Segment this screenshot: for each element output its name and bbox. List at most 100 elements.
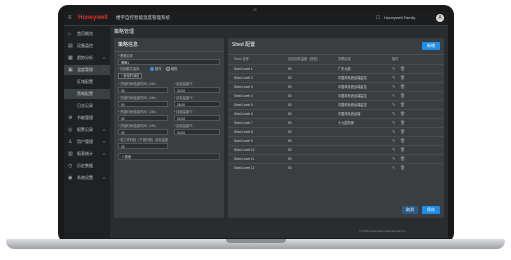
table-row: Shed Level 12 50 ✎ 🗑 [228, 163, 444, 172]
chevron-down-icon: v [103, 127, 105, 132]
edit-icon[interactable]: ✎ [392, 101, 395, 109]
delete-icon[interactable]: 🗑 [400, 128, 405, 136]
delete-icon[interactable]: 🗑 [400, 92, 405, 100]
shed-name-cell: Shed Level 1 [234, 67, 253, 71]
delete-icon[interactable]: 🗑 [400, 164, 405, 172]
column-header: Shed 名称 [234, 57, 249, 61]
user-icon: ♙ [68, 139, 73, 145]
sidebar-item-label: 节能管理 [77, 115, 93, 120]
divider [114, 51, 224, 52]
edit-icon[interactable]: ✎ [392, 74, 395, 82]
edit-icon[interactable]: ✎ [392, 92, 395, 100]
edit-icon[interactable]: ✎ [392, 65, 395, 73]
delete-icon[interactable]: 🗑 [400, 74, 405, 82]
sidebar-item-reports[interactable]: ▥ 报表统计 v [64, 149, 110, 159]
temp-input[interactable]: 24.00 [174, 87, 220, 93]
sidebar-item-label: 用户管理 [77, 139, 93, 144]
add-shed-button[interactable]: 新增 [422, 42, 440, 50]
copyright-text: © 2020 Honeywell International Inc. [359, 229, 407, 233]
strategy-form-panel: 策略信息 * 策略名称 策略1 * 控制模式选择 制冷 制热 + 新增时间段 *… [114, 38, 224, 218]
target-temp-cell: 50 [288, 94, 292, 98]
sidebar-item-energy[interactable]: ⚙ 节能管理 [64, 113, 110, 123]
sidebar-item-label: 设备监控 [77, 43, 93, 48]
mode-cooling-radio[interactable] [150, 67, 154, 71]
table-row: Shed Level 5 50 中国风系统远端监控 ✎ 🗑 [228, 100, 444, 109]
target-temp-cell: 50 [288, 121, 292, 125]
table-row: Shed Level 1 50 广东大厦 ✎ 🗑 [228, 64, 444, 73]
home-icon: ⌂ [68, 31, 72, 37]
sidebar-item-monitor[interactable]: ▤ 设备监控 [64, 41, 110, 51]
edit-icon[interactable]: ✎ [392, 146, 395, 154]
target-temp-cell: 50 [288, 157, 292, 161]
time-input[interactable]: 00 [118, 129, 168, 135]
user-name[interactable]: Honeywell Family [384, 15, 415, 21]
notification-icon[interactable]: ☐ [376, 14, 380, 22]
sidebar-item-trend[interactable]: ▦ 趋势分析 v [64, 53, 110, 63]
delete-icon[interactable]: 🗑 [400, 110, 405, 118]
table-row: Shed Level 8 50 ✎ 🗑 [228, 127, 444, 136]
edit-icon[interactable]: ✎ [392, 110, 395, 118]
sidebar-item-label: 策略配置 [77, 91, 93, 96]
chevron-down-icon: v [103, 139, 105, 144]
time-input[interactable]: 00 [118, 87, 168, 93]
chevron-up-icon: ^ [103, 67, 105, 72]
target-temp-cell: 50 [288, 148, 292, 152]
offhours-label: * 非工作时段（下班时段）目标温度 [118, 138, 168, 142]
column-header: 目标回风温度（按钮） [288, 57, 320, 61]
table-row: Shed Level 9 50 ✎ 🗑 [228, 136, 444, 145]
sidebar-subitem-log[interactable]: 日志记录 [64, 101, 110, 111]
time-label: * 开始时间/结束时间（24h） [118, 110, 159, 114]
menu-icon[interactable]: ≡ [68, 14, 72, 22]
main-content: 策略管理 策略信息 * 策略名称 策略1 * 控制模式选择 制冷 制热 + 新增… [110, 26, 448, 238]
brand-logo: Honeywell [78, 15, 108, 21]
shed-name-cell: Shed Level 9 [234, 139, 253, 143]
time-input[interactable]: 00 [118, 101, 168, 107]
cancel-button[interactable]: 取消 [402, 206, 418, 214]
sidebar-item-temperature[interactable]: ▣ 温度管理 ^ [64, 65, 110, 75]
edit-icon[interactable]: ✎ [392, 128, 395, 136]
delete-icon[interactable]: 🗑 [400, 101, 405, 109]
sidebar-subitem-zone[interactable]: 区域配置 [64, 77, 110, 87]
area-cell: 中国风系统远端监控 [338, 85, 367, 89]
shed-name-cell: Shed Level 4 [234, 94, 253, 98]
add-period-button[interactable]: + 新增时间段 [118, 73, 142, 79]
temp-input[interactable]: 24.00 [174, 129, 220, 135]
delete-icon[interactable]: 🗑 [400, 119, 405, 127]
edit-icon[interactable]: ✎ [392, 137, 395, 145]
sidebar-subitem-strategy[interactable]: 策略配置 [64, 89, 110, 99]
edit-icon[interactable]: ✎ [392, 164, 395, 172]
app-title: 楼宇自控智能温度管理系统 [116, 15, 170, 20]
sidebar-item-alarm[interactable]: ◎ 报警记录 v [64, 125, 110, 135]
avatar[interactable]: A [436, 14, 444, 22]
save-button[interactable]: 保存 [422, 206, 440, 214]
strategy-name-input[interactable]: 策略1 [118, 59, 220, 65]
area-cell: 中国风系统远端监控 [338, 103, 367, 107]
mode-heating-label: 制热 [171, 67, 178, 71]
expand-other-row[interactable]: > 其他 [118, 153, 220, 160]
table-row: Shed Level 10 50 ✎ 🗑 [228, 145, 444, 154]
delete-icon[interactable]: 🗑 [400, 137, 405, 145]
edit-icon[interactable]: ✎ [392, 119, 395, 127]
time-input[interactable]: 00 [118, 115, 168, 121]
edit-icon[interactable]: ✎ [392, 155, 395, 163]
delete-icon[interactable]: 🗑 [400, 65, 405, 73]
delete-icon[interactable]: 🗑 [400, 155, 405, 163]
delete-icon[interactable]: 🗑 [400, 146, 405, 154]
table-row: Shed Level 2 50 中国风系统远端监控 ✎ 🗑 [228, 73, 444, 82]
table-row: Shed Level 7 50 十九层机房 ✎ 🗑 [228, 118, 444, 127]
app-screen: ≡ Honeywell 楼宇自控智能温度管理系统 ☐ Honeywell Fam… [64, 11, 448, 238]
chart-icon: ▦ [68, 55, 73, 61]
temp-input[interactable]: 26.00 [174, 101, 220, 107]
mode-heating-radio[interactable] [166, 67, 170, 71]
temp-input[interactable]: 24.00 [174, 115, 220, 121]
offhours-input[interactable]: 26 [118, 143, 168, 149]
edit-icon[interactable]: ✎ [392, 83, 395, 91]
target-temp-cell: 50 [288, 67, 292, 71]
sidebar-item-home[interactable]: ⌂ 首页概览 [64, 29, 110, 39]
sidebar-item-history[interactable]: ◷ 历史数据 [64, 161, 110, 171]
delete-icon[interactable]: 🗑 [400, 83, 405, 91]
time-label: * 开始时间/结束时间（24h） [118, 124, 159, 128]
sidebar-item-settings[interactable]: ◉ 系统设置 v [64, 173, 110, 183]
area-cell: 广东大厦 [338, 67, 351, 71]
sidebar-item-users[interactable]: ♙ 用户管理 v [64, 137, 110, 147]
